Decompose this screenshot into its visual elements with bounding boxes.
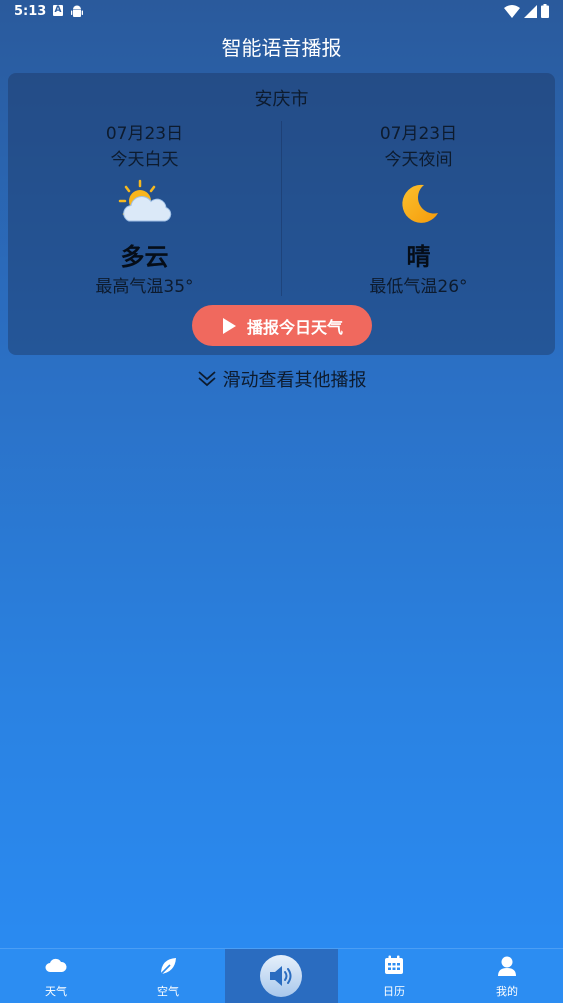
weather-card: 安庆市 07月23日 今天白天 多云 最高气温35° 07月23日 今天夜间 晴… — [8, 73, 555, 355]
calendar-icon — [338, 955, 450, 977]
a-icon: A — [53, 5, 63, 16]
battery-icon — [541, 4, 549, 18]
partly-cloudy-icon — [8, 179, 281, 231]
page-title: 智能语音播报 — [221, 36, 342, 60]
day-temp: 最高气温35° — [95, 277, 194, 297]
profile-icon — [451, 955, 563, 977]
broadcast-today-button[interactable]: 播报今日天气 — [192, 305, 372, 346]
speaker-icon — [260, 955, 302, 997]
night-temp: 最低气温26° — [369, 277, 468, 297]
bottom-nav: 天气 空气 日历 我的 — [0, 948, 563, 1003]
nav-item-air[interactable]: 空气 — [112, 949, 224, 1003]
nav-label-profile: 我的 — [496, 985, 518, 998]
wifi-icon — [504, 4, 520, 18]
night-forecast: 07月23日 今天夜间 晴 最低气温26° — [282, 119, 555, 299]
double-chevron-down-icon — [197, 371, 216, 387]
nav-label-calendar: 日历 — [383, 985, 405, 998]
night-period: 今天夜间 — [384, 150, 453, 170]
city-name: 安庆市 — [254, 89, 309, 110]
signal-icon — [524, 4, 537, 18]
moon-icon — [282, 179, 555, 231]
android-icon — [71, 4, 83, 23]
more-broadcast-hint[interactable]: 滑动查看其他播报 — [0, 366, 563, 392]
nav-label-weather: 天气 — [45, 985, 67, 998]
status-bar: 5:13 A — [0, 0, 563, 24]
nav-item-profile[interactable]: 我的 — [451, 949, 563, 1003]
broadcast-button-label: 播报今日天气 — [246, 317, 343, 337]
nav-label-air: 空气 — [157, 985, 179, 998]
status-right-icons — [504, 4, 549, 18]
nav-item-broadcast[interactable] — [225, 949, 338, 1003]
leaf-icon — [112, 955, 224, 977]
night-condition: 晴 — [406, 243, 431, 271]
play-icon — [222, 317, 236, 334]
day-forecast: 07月23日 今天白天 多云 最高气温35° — [8, 119, 281, 299]
day-condition: 多云 — [120, 243, 169, 271]
nav-item-weather[interactable]: 天气 — [0, 949, 112, 1003]
day-date: 07月23日 — [105, 124, 184, 144]
weather-icon — [0, 955, 112, 977]
more-hint-label: 滑动查看其他播报 — [222, 370, 367, 391]
night-date: 07月23日 — [379, 124, 458, 144]
status-time: 5:13 — [14, 4, 47, 19]
day-period: 今天白天 — [110, 150, 179, 170]
nav-item-calendar[interactable]: 日历 — [338, 949, 450, 1003]
